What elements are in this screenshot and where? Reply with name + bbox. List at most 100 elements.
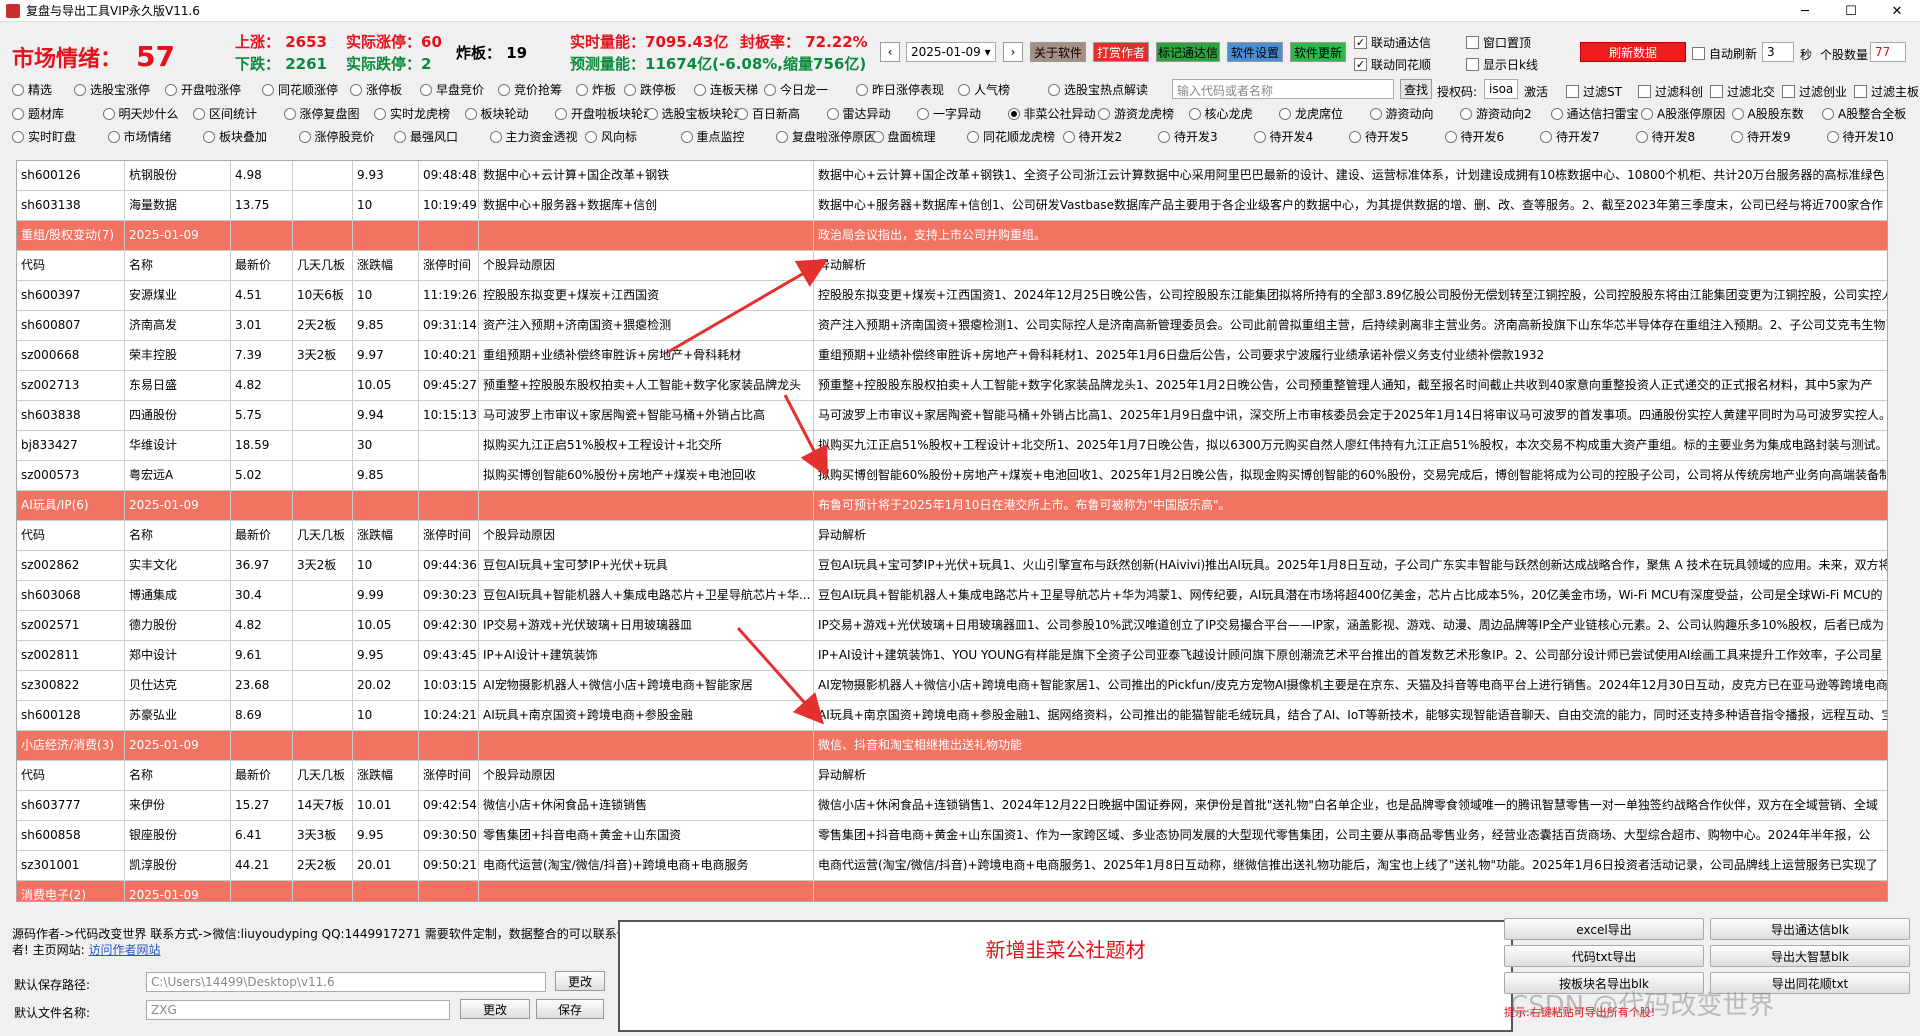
radio-row3-11[interactable]: 待开发2 xyxy=(1062,128,1122,145)
radio-dot[interactable] xyxy=(1460,107,1472,120)
radio-dot[interactable] xyxy=(585,130,597,143)
table-row[interactable]: sh600126 杭钢股份 4.98 9.93 09:48:48 数据中心+云计算+国企改… xyxy=(17,161,1887,191)
radio-dot[interactable] xyxy=(694,83,706,96)
checkbox-box[interactable] xyxy=(1638,85,1651,98)
radio-row1-1[interactable]: 选股宝涨停 xyxy=(74,81,150,98)
radio-row1-7[interactable]: 炸板 xyxy=(576,81,616,98)
date-picker[interactable]: 2025-01-09 ▾ xyxy=(906,42,996,62)
stock-table[interactable]: sh600126 杭钢股份 4.98 9.93 09:48:48 数据中心+云计算+国企改… xyxy=(16,160,1888,902)
radio-row3-2[interactable]: 板块叠加 xyxy=(203,128,267,145)
radio-dot[interactable] xyxy=(1540,130,1552,143)
radio-row1-13[interactable]: 选股宝热点解读 xyxy=(1048,81,1148,98)
prev-date-button[interactable]: ‹ xyxy=(880,42,900,62)
radio-row3-0[interactable]: 实时盯盘 xyxy=(12,128,76,145)
export-button-2[interactable]: 代码txt导出 xyxy=(1504,945,1704,967)
radio-row2-11[interactable]: 非菜公社异动 xyxy=(1007,105,1096,122)
radio-row3-16[interactable]: 待开发7 xyxy=(1540,128,1600,145)
radio-dot[interactable] xyxy=(680,130,693,143)
checkbox-box[interactable] xyxy=(1566,85,1579,98)
radio-dot[interactable] xyxy=(12,107,24,120)
refresh-data-button[interactable]: 刷新数据 xyxy=(1580,42,1686,62)
radio-row3-13[interactable]: 待开发4 xyxy=(1253,128,1313,145)
filter-checkbox-3[interactable]: 过滤创业 xyxy=(1782,83,1847,100)
radio-dot[interactable] xyxy=(856,83,868,96)
table-row[interactable]: sz301001 凯淳股份 44.21 2天2板 20.01 09:50:21 电商代运营(… xyxy=(17,851,1887,881)
radio-dot[interactable] xyxy=(1731,107,1744,120)
radio-row1-11[interactable]: 昨日涨停表现 xyxy=(856,81,944,98)
radio-row3-4[interactable]: 最强风口 xyxy=(394,128,458,145)
radio-row2-13[interactable]: 核心龙虎 xyxy=(1188,105,1253,122)
update-button[interactable]: 软件更新 xyxy=(1290,42,1346,62)
radio-dot[interactable] xyxy=(374,107,386,120)
filter-checkbox-4[interactable]: 过滤主板 xyxy=(1854,83,1919,100)
next-date-button[interactable]: › xyxy=(1003,42,1023,62)
minimize-icon[interactable]: ─ xyxy=(1782,0,1828,22)
radio-dot[interactable] xyxy=(736,107,748,120)
radio-dot[interactable] xyxy=(1158,130,1170,143)
radio-row2-4[interactable]: 实时龙虎榜 xyxy=(374,105,450,122)
group-header-row[interactable]: 重组/股权变动(7) 2025-01-09 政治局会议指出，支持上市公司并购重组。 xyxy=(17,221,1887,251)
radio-row2-20[interactable]: A股整合全板 xyxy=(1822,105,1906,122)
group-header-row[interactable]: 小店经济/消费(3) 2025-01-09 微信、抖音和淘宝相继推出送礼物功能 xyxy=(17,731,1887,761)
radio-row3-17[interactable]: 待开发8 xyxy=(1635,128,1695,145)
radio-row2-6[interactable]: 开盘啦板块轮动 xyxy=(555,105,655,122)
radio-row1-8[interactable]: 跌停板 xyxy=(624,81,676,98)
export-button-3[interactable]: 导出大智慧blk xyxy=(1710,945,1910,967)
radio-dot[interactable] xyxy=(1279,107,1291,120)
radio-dot[interactable] xyxy=(107,130,120,143)
radio-dot[interactable] xyxy=(489,130,502,143)
checkbox-box[interactable] xyxy=(1854,85,1867,98)
settings-button[interactable]: 软件设置 xyxy=(1227,42,1283,62)
radio-row3-6[interactable]: 风向标 xyxy=(585,128,637,145)
radio-row1-0[interactable]: 精选 xyxy=(12,81,52,98)
close-icon[interactable]: ✕ xyxy=(1874,0,1920,22)
filter-checkbox-1[interactable]: 过滤科创 xyxy=(1638,83,1703,100)
radio-row2-7[interactable]: 选股宝板块轮动 xyxy=(645,105,746,122)
radio-dot[interactable] xyxy=(394,130,406,143)
radio-dot[interactable] xyxy=(464,107,477,120)
radio-dot[interactable] xyxy=(1826,130,1839,143)
radio-dot[interactable] xyxy=(555,107,567,120)
radio-dot[interactable] xyxy=(262,83,274,96)
radio-dot[interactable] xyxy=(1550,107,1563,120)
radio-row2-10[interactable]: 一字异动 xyxy=(917,105,981,122)
save-path-field[interactable]: C:\Users\14499\Desktop\v11.6 xyxy=(146,972,546,992)
radio-dot[interactable] xyxy=(1062,130,1075,143)
radio-dot[interactable] xyxy=(350,83,362,96)
column-header-row[interactable]: 代码 名称 最新价 几天几板 涨跌幅 涨停时间 个股异动原因 异动解析 xyxy=(17,251,1887,281)
radio-dot[interactable] xyxy=(1048,83,1060,96)
radio-dot[interactable] xyxy=(624,83,636,96)
radio-row3-1[interactable]: 市场情绪 xyxy=(107,128,172,145)
radio-dot[interactable] xyxy=(826,107,839,120)
table-row[interactable]: sh600397 安源煤业 4.51 10天6板 10 11:19:26 控股股东拟变更+煤… xyxy=(17,281,1887,311)
radio-row2-14[interactable]: 龙虎席位 xyxy=(1279,105,1343,122)
radio-dot[interactable] xyxy=(420,83,432,96)
radio-dot[interactable] xyxy=(1444,130,1457,143)
radio-dot[interactable] xyxy=(193,107,205,120)
radio-dot[interactable] xyxy=(871,130,884,143)
radio-dot[interactable] xyxy=(498,83,510,96)
radio-dot[interactable] xyxy=(165,83,177,96)
radio-row1-6[interactable]: 竞价抢筹 xyxy=(498,81,562,98)
table-row[interactable]: sh600128 苏豪弘业 8.69 10 10:24:21 AI玩具+南京国资+跨境电商… xyxy=(17,701,1887,731)
table-row[interactable]: sh600858 银座股份 6.41 3天3板 9.95 09:30:50 零售集团+抖音电… xyxy=(17,821,1887,851)
radio-dot[interactable] xyxy=(764,83,776,96)
radio-row2-5[interactable]: 板块轮动 xyxy=(464,105,529,122)
radio-dot[interactable] xyxy=(1349,130,1361,143)
radio-dot[interactable] xyxy=(1822,107,1834,120)
radio-row1-2[interactable]: 开盘啦涨停 xyxy=(165,81,241,98)
table-row[interactable]: sz300822 贝仕达克 23.68 20.02 10:03:15 AI宠物摄影机器人+… xyxy=(17,671,1887,701)
radio-row3-8[interactable]: 复盘啦涨停原因 xyxy=(776,128,876,145)
about-button[interactable]: 关于软件 xyxy=(1030,42,1086,62)
radio-row3-19[interactable]: 待开发10 xyxy=(1826,128,1894,145)
radio-row3-14[interactable]: 待开发5 xyxy=(1349,128,1409,145)
radio-dot[interactable] xyxy=(1731,130,1743,143)
export-button-1[interactable]: 导出通达信blk xyxy=(1710,918,1910,940)
filter-checkbox-2[interactable]: 过滤北交 xyxy=(1710,83,1775,100)
radio-dot[interactable] xyxy=(1188,107,1201,120)
column-header-row[interactable]: 代码 名称 最新价 几天几板 涨跌幅 涨停时间 个股异动原因 异动解析 xyxy=(17,521,1887,551)
radio-dot[interactable] xyxy=(102,107,115,120)
radio-row1-9[interactable]: 连板天梯 xyxy=(694,81,758,98)
radio-row2-19[interactable]: A股股东数 xyxy=(1731,105,1804,122)
radio-row2-0[interactable]: 题材库 xyxy=(12,105,64,122)
